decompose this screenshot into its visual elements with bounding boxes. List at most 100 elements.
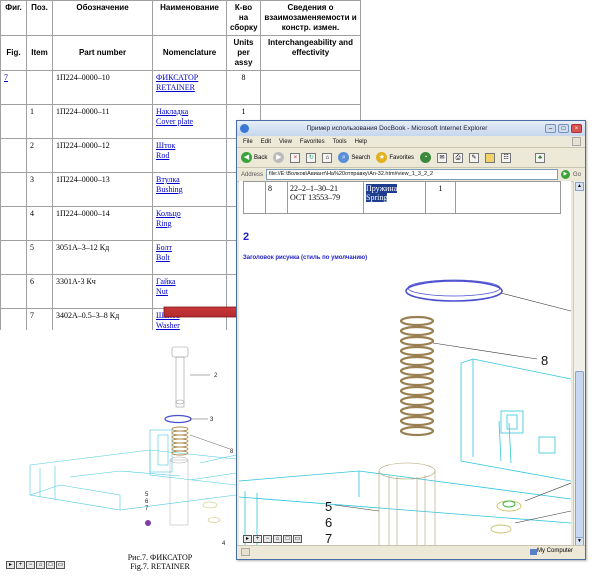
nomenclature-link-ru[interactable]: Болт	[156, 243, 172, 252]
spring-qty-cell: 1	[425, 181, 456, 214]
fig-link[interactable]: 7	[4, 73, 8, 82]
nomenclature-link-en[interactable]: RETAINER	[156, 83, 195, 92]
spring-row-table: 8 22–2–1–30–21 ОСТ 13553–79 Пружина Spri…	[243, 181, 561, 214]
header-part-en: Part number	[52, 35, 153, 71]
viewer-zoom-out-icon[interactable]: −	[263, 535, 272, 543]
page-content: 8 22–2–1–30–21 ОСТ 13553–79 Пружина Spri…	[239, 181, 571, 547]
part-number-cell: 1П224–0000–11	[52, 104, 153, 139]
part-number-cell: 1П224–0000–14	[52, 206, 153, 241]
nomenclature-link-en[interactable]: Rod	[156, 151, 169, 160]
menu-tools[interactable]: Tools	[333, 139, 347, 145]
spring-coil	[399, 315, 435, 437]
part-number: 1П224–0000–10	[56, 73, 110, 82]
fig-cell	[0, 274, 27, 309]
nomenclature-link-en[interactable]: Bushing	[156, 185, 183, 194]
spring-link-ru[interactable]: Пружина	[366, 184, 398, 193]
stop-icon[interactable]: ×	[290, 152, 301, 163]
nomenclature-link-en[interactable]: Bolt	[156, 253, 170, 262]
print-icon[interactable]: ⎙	[453, 152, 464, 163]
minimize-button[interactable]: –	[545, 124, 556, 133]
drawing-document: 2 3 8 5 6 7 4 Рис.7. ФИКСАТОР Fig.7. RET…	[0, 335, 240, 578]
header-fig-en: Fig.	[0, 35, 27, 71]
discuss-icon[interactable]: ☷	[501, 152, 512, 163]
header-fig-ru: Фиг.	[0, 0, 27, 36]
nomenclature-link-ru[interactable]: Накладка	[156, 107, 188, 116]
mail-icon[interactable]: ✉	[437, 152, 448, 163]
home-page-icon[interactable]: ⌂	[322, 152, 333, 163]
nomenclature-link-ru[interactable]: Втулка	[156, 175, 180, 184]
edit-icon[interactable]: ✎	[469, 152, 480, 163]
viewer-select-icon[interactable]: ▸	[6, 561, 15, 569]
nomenclature-link-en[interactable]: Ring	[156, 219, 172, 228]
history-icon[interactable]: ◔	[420, 152, 432, 163]
menu-favorites[interactable]: Favorites	[300, 139, 325, 145]
fullscreen-icon[interactable]: ▭	[56, 561, 65, 569]
messenger-icon[interactable]: ♣	[535, 152, 546, 163]
header-qty-ru: К-во на сборку	[226, 0, 261, 36]
nomenclature-link-ru[interactable]: Шток	[156, 141, 175, 150]
nomenclature-link-ru[interactable]: ФИКСАТОР	[156, 73, 198, 82]
figure-caption-en: Fig.7. RETAINER	[130, 562, 190, 571]
item-cell: 1	[26, 104, 53, 139]
status-bar: My Computer	[237, 545, 585, 559]
home-icon[interactable]: ⌂	[36, 561, 45, 569]
refresh-icon[interactable]: ↻	[306, 152, 317, 163]
drawing-callout-3: 3	[210, 417, 214, 423]
scroll-thumb[interactable]	[575, 371, 584, 541]
spring-effectivity-cell	[455, 181, 561, 214]
part-number-cell: 3301А-3 Кч	[52, 274, 153, 309]
item-cell: 5	[26, 240, 53, 275]
favorites-button[interactable]: ★ Favorites	[376, 152, 414, 163]
forward-arrow-icon[interactable]: ▶	[273, 152, 285, 163]
page-status-icon	[241, 548, 250, 556]
menu-view[interactable]: View	[279, 139, 292, 145]
item-cell: 2	[26, 138, 53, 173]
spring-link-en[interactable]: Spring	[366, 193, 388, 202]
menu-edit[interactable]: Edit	[261, 139, 271, 145]
close-button[interactable]: ×	[571, 124, 582, 133]
go-button[interactable]: Go	[573, 172, 581, 178]
scroll-up-icon[interactable]: ▲	[575, 182, 584, 191]
header-item-ru: Поз.	[26, 0, 53, 36]
maximize-button[interactable]: □	[558, 124, 569, 133]
menu-help[interactable]: Help	[355, 139, 367, 145]
fig-cell	[0, 308, 27, 330]
part-number-cell: 3402А–0.5–3–8 Кд	[52, 308, 153, 330]
retainer-zoomed-drawing: 8 5 6 7	[239, 279, 571, 547]
zoom-out-icon[interactable]: −	[26, 561, 35, 569]
go-arrow-icon[interactable]: ▶	[560, 170, 570, 179]
item-cell: 4	[26, 206, 53, 241]
viewer-pointer-icon[interactable]: ▸	[243, 535, 252, 543]
back-button[interactable]: ◀ Back	[241, 152, 267, 163]
part-number-cell: 1П224–0000–10	[52, 70, 153, 105]
spring-fig-cell	[243, 181, 266, 214]
title-bar: Пример использования DocBook - Microsoft…	[237, 121, 585, 136]
window-controls: – □ ×	[545, 124, 582, 133]
fit-icon[interactable]: □	[46, 561, 55, 569]
viewer-fit-icon[interactable]: □	[283, 535, 292, 543]
menu-file[interactable]: File	[243, 139, 253, 145]
vertical-scrollbar[interactable]: ▲ ▼	[573, 181, 585, 547]
drawing-callout-7: 7	[145, 506, 149, 512]
nomenclature-link-ru[interactable]: Кольцо	[156, 209, 181, 218]
nomenclature-cell: ФИКСАТОР RETAINER	[152, 70, 227, 105]
folder-icon[interactable]	[485, 152, 496, 163]
zoom-in-icon[interactable]: +	[16, 561, 25, 569]
table-row: 7 1П224–0000–10 ФИКСАТОР RETAINER 8	[0, 70, 600, 105]
viewer-zoom-in-icon[interactable]: +	[253, 535, 262, 543]
header-row-ru: Фиг. Поз. Обозначение Наименование К-во …	[0, 0, 600, 36]
viewer-home-icon[interactable]: ⌂	[273, 535, 282, 543]
search-button[interactable]: ⌕ Search	[338, 152, 370, 163]
qty-cell: 8	[226, 70, 261, 105]
nomenclature-link-ru[interactable]: Гайка	[156, 277, 176, 286]
drawing-callout-2: 2	[214, 373, 218, 379]
address-input[interactable]: file://E:\Волков\Авиант\На%20отправку\An…	[266, 169, 558, 180]
nomenclature-link-en[interactable]: Cover plate	[156, 117, 193, 126]
nomenclature-cell: Болт Bolt	[152, 240, 227, 275]
viewer-window-icon[interactable]: ▭	[293, 535, 302, 543]
status-zone-label: My Computer	[536, 548, 573, 554]
fig-cell	[0, 172, 27, 207]
header-effectivity-en: Interchangeability and effectivity	[260, 35, 361, 71]
spring-row: 8 22–2–1–30–21 ОСТ 13553–79 Пружина Spri…	[243, 181, 561, 214]
item-cell	[26, 70, 53, 105]
